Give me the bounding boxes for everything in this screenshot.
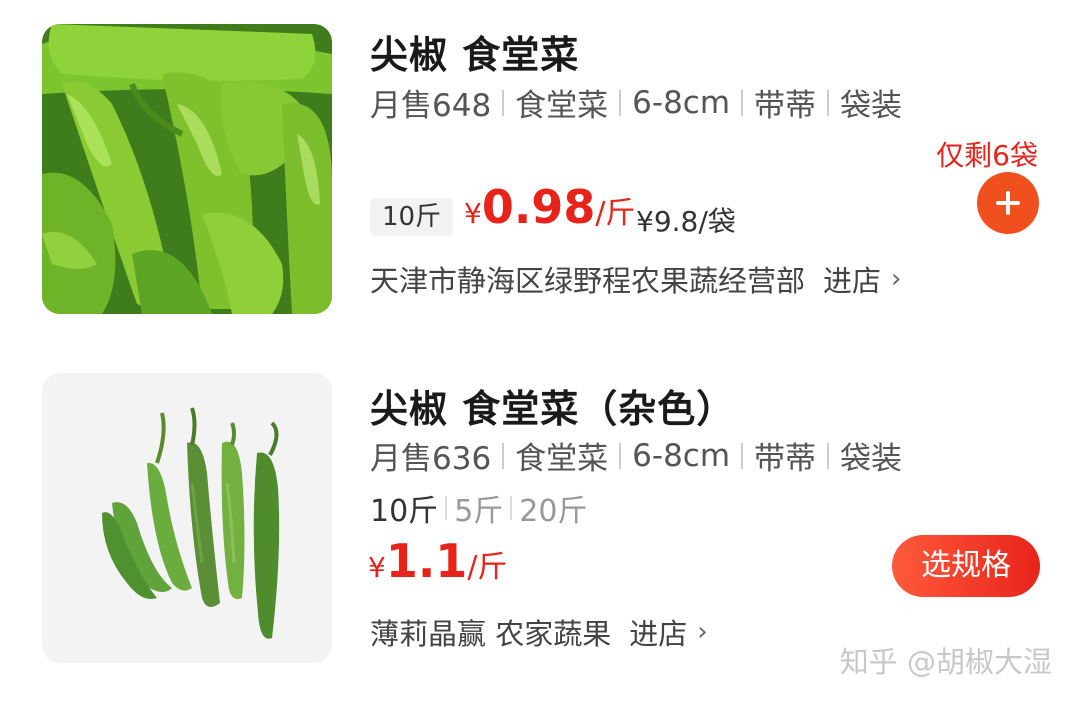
enter-shop-label: 进店 xyxy=(823,264,882,298)
bag-price: ¥9.8/袋 xyxy=(636,205,736,238)
tag-category: 食堂菜 xyxy=(515,88,609,124)
spec-option-20jin[interactable]: 20斤 xyxy=(519,486,587,530)
price-unit: /斤 xyxy=(595,196,636,231)
enter-shop-label: 进店 xyxy=(629,617,688,651)
tag-packaging: 袋装 xyxy=(840,88,903,124)
price: ¥1.1/斤 xyxy=(368,534,507,588)
tag-stem: 带蒂 xyxy=(754,88,817,124)
watermark: 知乎 @胡椒大湿 xyxy=(839,645,1052,679)
spec-chip: 10斤 xyxy=(370,198,454,236)
tag-divider xyxy=(502,442,505,469)
product-tags: 月售648 食堂菜 6-8cm 带蒂 袋装 xyxy=(370,80,902,125)
shop-link[interactable]: 天津市静海区绿野程农果蔬经营部 进店 › xyxy=(370,258,901,300)
spec-divider xyxy=(445,496,448,520)
plus-icon xyxy=(996,191,1020,215)
price: ¥0.98/斤 xyxy=(464,180,635,234)
tag-size: 6-8cm xyxy=(632,84,731,121)
price-value: 1.1 xyxy=(385,534,468,588)
spec-options[interactable]: 10斤 5斤 20斤 xyxy=(370,486,587,530)
tag-category: 食堂菜 xyxy=(515,441,609,477)
product-tags: 月售636 食堂菜 6-8cm 带蒂 袋装 xyxy=(370,433,902,478)
shop-name: 天津市静海区绿野程农果蔬经营部 xyxy=(370,264,806,298)
tag-monthly-sales: 月售636 xyxy=(370,441,492,477)
shop-link[interactable]: 薄莉晶赢 农家蔬果 进店 › xyxy=(370,611,708,653)
product-image-green-peppers[interactable] xyxy=(42,24,332,314)
add-to-cart-button[interactable] xyxy=(977,172,1039,234)
tag-divider xyxy=(741,442,744,469)
chevron-right-icon: › xyxy=(891,264,902,294)
pepper-pile-picture xyxy=(42,24,332,314)
tag-size: 6-8cm xyxy=(632,437,731,474)
spec-option-5jin[interactable]: 5斤 xyxy=(454,486,503,530)
tag-divider xyxy=(741,89,744,116)
tag-divider xyxy=(619,89,622,116)
spec-option-10jin[interactable]: 10斤 xyxy=(370,486,438,530)
product-title: 尖椒 食堂菜 xyxy=(370,33,580,77)
spec-divider xyxy=(510,496,513,520)
tag-divider xyxy=(619,442,622,469)
tag-divider xyxy=(502,89,505,116)
tag-stem: 带蒂 xyxy=(754,441,817,477)
tag-monthly-sales: 月售648 xyxy=(370,88,492,124)
stock-remaining-note: 仅剩6袋 xyxy=(936,139,1038,172)
product-image-peppers-on-white[interactable] xyxy=(42,373,332,663)
price-value: 0.98 xyxy=(481,180,596,234)
tag-divider xyxy=(827,442,830,469)
shop-name: 薄莉晶赢 农家蔬果 xyxy=(370,617,612,651)
chevron-right-icon: › xyxy=(697,617,708,647)
price-currency: ¥ xyxy=(464,197,482,230)
choose-spec-button[interactable]: 选规格 xyxy=(892,535,1040,597)
price-unit: /斤 xyxy=(467,550,508,585)
price-currency: ¥ xyxy=(368,551,386,584)
peppers-on-white-picture xyxy=(42,373,332,663)
tag-divider xyxy=(827,89,830,116)
tag-packaging: 袋装 xyxy=(840,441,903,477)
product-title: 尖椒 食堂菜（杂色） xyxy=(370,387,736,431)
